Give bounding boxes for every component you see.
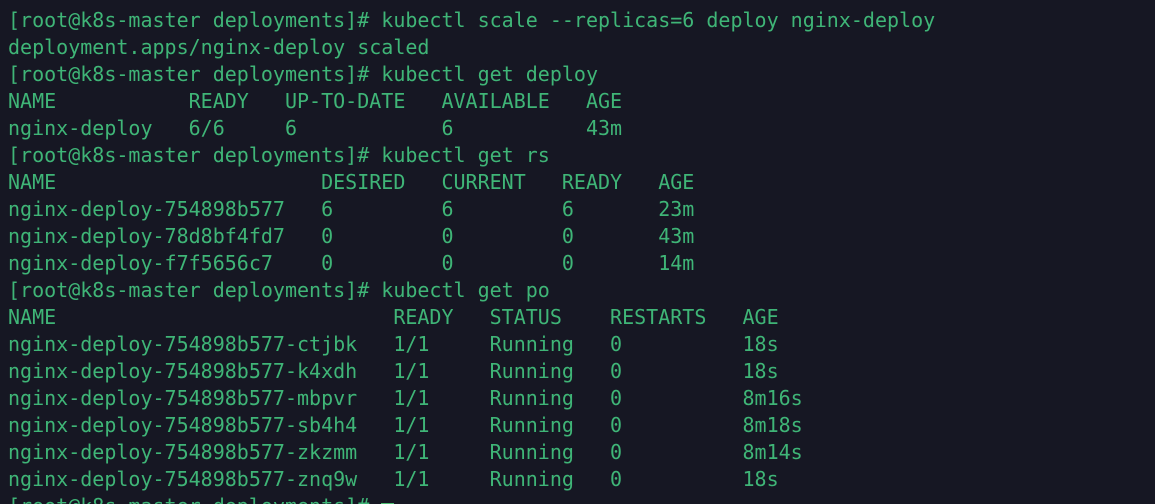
terminal-line-command: [root@k8s-master deployments]# kubectl g…: [8, 61, 1155, 88]
terminal-line-command: [root@k8s-master deployments]# kubectl g…: [8, 277, 1155, 304]
terminal-line-table-row: nginx-deploy 6/6 6 6 43m: [8, 115, 1155, 142]
terminal-line-table-row: nginx-deploy-754898b577 6 6 6 23m: [8, 196, 1155, 223]
terminal-line-table-row: nginx-deploy-754898b577-k4xdh 1/1 Runnin…: [8, 358, 1155, 385]
terminal-line-prompt: [root@k8s-master deployments]#: [8, 493, 1155, 504]
terminal-line-table-header: NAME DESIRED CURRENT READY AGE: [8, 169, 1155, 196]
terminal-line-table-row: nginx-deploy-754898b577-znq9w 1/1 Runnin…: [8, 466, 1155, 493]
terminal-line-table-header: NAME READY UP-TO-DATE AVAILABLE AGE: [8, 88, 1155, 115]
terminal-line-table-row: nginx-deploy-754898b577-mbpvr 1/1 Runnin…: [8, 385, 1155, 412]
terminal-line-table-header: NAME READY STATUS RESTARTS AGE: [8, 304, 1155, 331]
terminal-line-table-row: nginx-deploy-f7f5656c7 0 0 0 14m: [8, 250, 1155, 277]
terminal-line-table-row: nginx-deploy-78d8bf4fd7 0 0 0 43m: [8, 223, 1155, 250]
terminal-line-table-row: nginx-deploy-754898b577-zkzmm 1/1 Runnin…: [8, 439, 1155, 466]
terminal-line-table-row: nginx-deploy-754898b577-sb4h4 1/1 Runnin…: [8, 412, 1155, 439]
terminal-line-command: [root@k8s-master deployments]# kubectl g…: [8, 142, 1155, 169]
terminal-screen[interactable]: [root@k8s-master deployments]# kubectl s…: [0, 0, 1155, 504]
terminal-line-table-row: nginx-deploy-754898b577-ctjbk 1/1 Runnin…: [8, 331, 1155, 358]
terminal-line-output: deployment.apps/nginx-deploy scaled: [8, 34, 1155, 61]
terminal-line-command: [root@k8s-master deployments]# kubectl s…: [8, 7, 1155, 34]
